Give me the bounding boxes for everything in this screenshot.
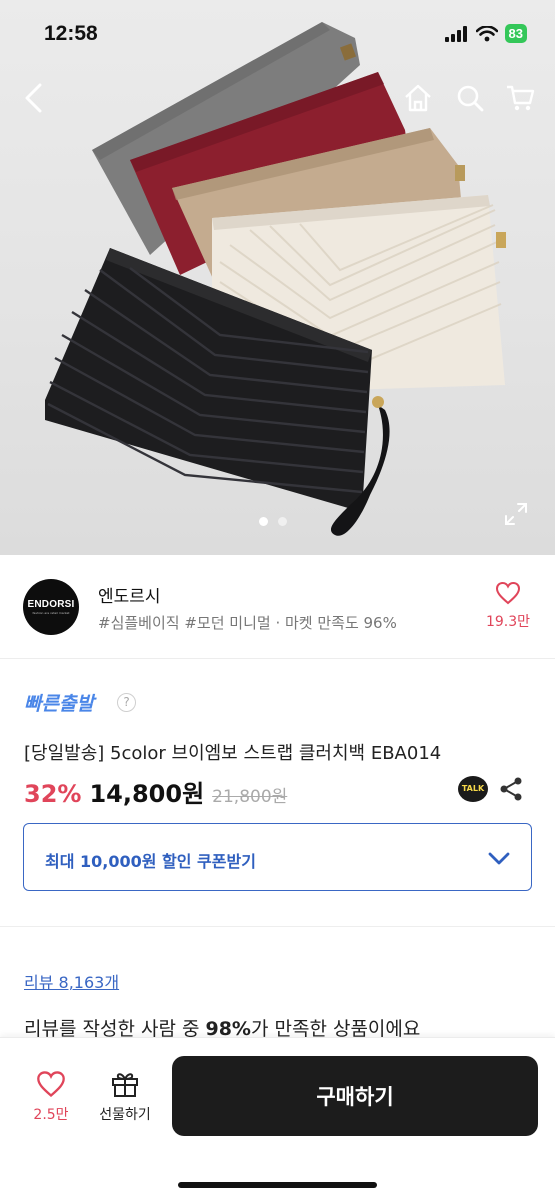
fullscreen-expand-icon[interactable] bbox=[503, 501, 529, 527]
status-time: 12:58 bbox=[44, 22, 98, 45]
search-button[interactable] bbox=[452, 80, 488, 116]
seller-like-count: 19.3만 bbox=[485, 614, 531, 630]
home-button[interactable] bbox=[400, 80, 436, 116]
review-count-link[interactable]: 리뷰 8,163개 bbox=[24, 969, 119, 993]
discount-rate: 32% bbox=[24, 780, 82, 808]
buy-button[interactable]: 구매하기 bbox=[172, 1056, 538, 1136]
seller-name[interactable]: 엔도르시 bbox=[98, 582, 161, 607]
product-page: 12:58 83 ENDORSI fashion are retail mark… bbox=[0, 0, 555, 1200]
gift-button[interactable]: 선물하기 bbox=[92, 1070, 158, 1124]
home-indicator bbox=[178, 1182, 377, 1188]
product-title: [당일발송] 5color 브이엠보 스트랩 클러치백 EBA014 bbox=[24, 743, 442, 764]
home-icon bbox=[405, 84, 431, 112]
carousel-dot-active bbox=[259, 517, 268, 526]
chevron-down-icon bbox=[488, 852, 510, 865]
product-image-carousel[interactable]: 12:58 83 bbox=[0, 0, 555, 555]
carousel-indicator bbox=[259, 517, 287, 526]
seller-logo-text: ENDORSI bbox=[27, 599, 75, 610]
share-icon[interactable] bbox=[498, 776, 524, 802]
product-like-count: 2.5만 bbox=[33, 1107, 69, 1123]
fast-shipping-badge: 빠른출발 bbox=[24, 693, 94, 715]
price-row: 32% 14,800원 21,800원 bbox=[24, 774, 287, 809]
seller-logo[interactable]: ENDORSI fashion are retail market bbox=[23, 579, 79, 635]
original-price: 21,800원 bbox=[212, 787, 288, 807]
back-button[interactable] bbox=[16, 80, 52, 116]
kakaotalk-share-button[interactable]: TALK bbox=[458, 776, 488, 802]
wifi-icon bbox=[475, 25, 498, 41]
gift-icon bbox=[112, 1073, 138, 1097]
status-icons: 83 bbox=[444, 24, 527, 43]
heart-icon bbox=[495, 581, 521, 605]
bottom-action-bar: 2.5만 선물하기 구매하기 bbox=[0, 1037, 555, 1200]
heart-icon bbox=[37, 1071, 65, 1098]
cart-icon bbox=[507, 85, 535, 111]
seller-logo-subtext: fashion are retail market bbox=[32, 611, 70, 615]
search-icon bbox=[457, 85, 484, 112]
cart-button[interactable] bbox=[502, 80, 538, 116]
fast-shipping-help-button[interactable]: ? bbox=[117, 693, 136, 712]
battery-indicator: 83 bbox=[504, 24, 527, 43]
back-arrow-icon bbox=[25, 83, 42, 113]
seller-like-button[interactable]: 19.3만 bbox=[483, 581, 533, 631]
seller-tags: #심플베이직 #모던 미니멀 · 마켓 만족도 96% bbox=[98, 614, 397, 632]
product-like-button[interactable]: 2.5만 bbox=[24, 1070, 78, 1124]
coupon-label: 최대 10,000원 할인 쿠폰받기 bbox=[45, 852, 256, 871]
status-bar: 12:58 83 bbox=[0, 0, 555, 70]
sale-price: 14,800원 bbox=[89, 780, 205, 808]
gift-label: 선물하기 bbox=[99, 1107, 151, 1123]
coupon-download-button[interactable]: 최대 10,000원 할인 쿠폰받기 bbox=[23, 823, 532, 891]
section-divider bbox=[0, 926, 555, 927]
seller-section[interactable]: ENDORSI fashion are retail market 엔도르시 #… bbox=[0, 555, 555, 659]
carousel-dot bbox=[278, 517, 287, 526]
signal-icon bbox=[444, 25, 467, 42]
